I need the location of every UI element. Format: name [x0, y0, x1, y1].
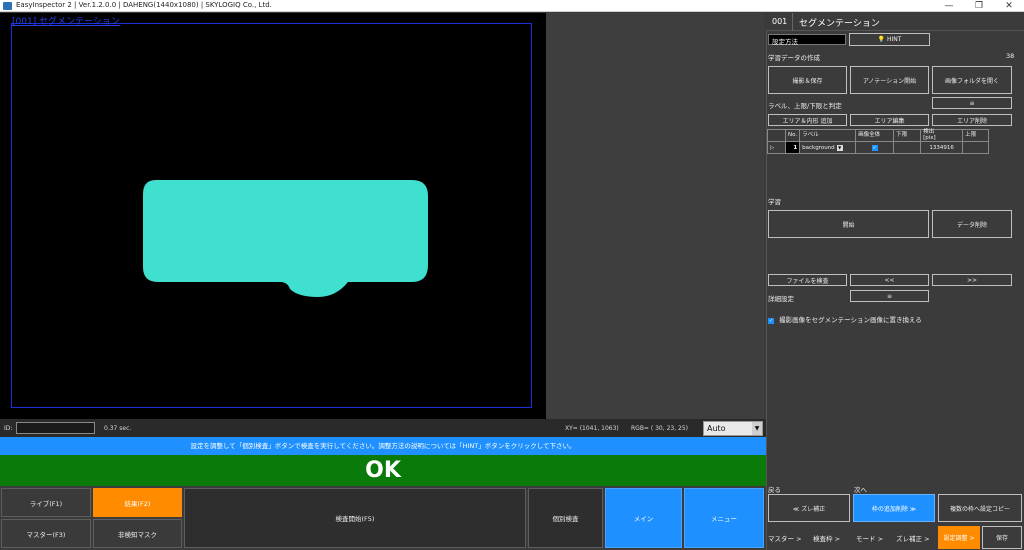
menu-button[interactable]: メニュー — [684, 488, 764, 548]
table-row[interactable]: ▷ 1 background ▼ ✓ 1334916 — [767, 141, 990, 154]
row-upper-limit[interactable] — [962, 141, 990, 154]
chevron-down-icon: ▼ — [752, 422, 762, 435]
zoom-mode-select[interactable]: Auto ▼ — [703, 421, 763, 436]
lightbulb-icon: 💡 — [877, 36, 886, 43]
method-label-box: 設定方法 — [768, 34, 846, 46]
row-lower-limit[interactable] — [893, 141, 922, 154]
save-button[interactable]: 保存 — [982, 526, 1022, 549]
replace-option-label: 撮影画像をセグメンテーション画像に置き換える — [779, 316, 922, 324]
nav-shift-correct[interactable]: ズレ補正 > — [896, 533, 930, 543]
training-data-heading: 学習データの作成 — [768, 54, 820, 62]
window-title: EasyInspector 2 | Ver.1.2.0.0 | DAHENG(1… — [16, 1, 272, 9]
label-table: No. ラベル 画像全体 下限 検出 [pix] 上限 ▷ 1 backgrou… — [767, 129, 990, 154]
table-header-upper: 上限 — [962, 129, 990, 142]
prev-file-button[interactable]: << — [850, 274, 929, 286]
check-icon: ✓ — [871, 144, 878, 151]
table-header-label: ラベル — [799, 129, 857, 142]
nav-inspect-frame[interactable]: 検査枠 > — [813, 533, 840, 543]
copy-settings-button[interactable]: 複数の枠へ設定コピー — [938, 494, 1022, 522]
nav-master[interactable]: マスター > — [768, 533, 802, 543]
panel-header: 001 セグメンテーション — [766, 13, 1024, 31]
row-whole-image-checkbox[interactable]: ✓ — [855, 141, 895, 154]
row-pointer-icon: ▷ — [767, 141, 786, 154]
frame-number: 001 — [772, 17, 788, 26]
segmentation-mask — [143, 180, 428, 297]
learn-heading: 学習 — [768, 198, 781, 206]
table-header-whole-image: 画像全体 — [855, 129, 895, 142]
area-edit-button[interactable]: エリア編集 — [850, 114, 929, 126]
row-label: background — [802, 144, 835, 151]
area-delete-button[interactable]: エリア削除 — [932, 114, 1012, 126]
back-label: 戻る — [768, 486, 781, 494]
id-label: ID: — [4, 425, 13, 432]
training-count: 38 — [1006, 52, 1015, 60]
result-banner: OK — [0, 455, 766, 486]
hint-button[interactable]: 💡 HINT — [849, 33, 930, 46]
pixel-rgb: RGB= ( 30, 23, 25) — [631, 425, 688, 432]
table-header-detected: 検出 [pix] — [920, 129, 964, 142]
maximize-button[interactable]: ❐ — [964, 0, 994, 12]
table-header-lower: 下限 — [893, 129, 922, 142]
segmented-object — [143, 180, 428, 297]
table-header-no: No. — [784, 129, 801, 142]
row-no: 1 — [784, 141, 801, 154]
id-input[interactable] — [16, 422, 95, 434]
detail-settings-button[interactable]: ≡ — [850, 290, 929, 302]
row-detected: 1334916 — [920, 141, 964, 154]
live-button[interactable]: ライブ(F1) — [1, 488, 91, 517]
close-button[interactable]: ✕ — [994, 0, 1024, 12]
info-message: 設定を調整して「個別検査」ボタンで検査を実行してください。調整方法の説明について… — [0, 437, 766, 455]
area-add-button[interactable]: エリア＆内形 追加 — [768, 114, 847, 126]
row-label-select[interactable]: background ▼ — [799, 141, 857, 154]
settings-adjust-button[interactable]: 設定調整 > — [938, 526, 980, 549]
next-label: 次へ — [854, 486, 867, 494]
shift-correct-button[interactable]: ≪ ズレ補正 — [768, 494, 850, 522]
nondetect-mask-button[interactable]: 非検知マスク — [93, 519, 182, 548]
annotation-start-button[interactable]: アノテーション開始 — [850, 66, 929, 94]
header-divider — [792, 13, 793, 31]
chevron-down-icon: ▼ — [836, 144, 843, 151]
inspect-start-button[interactable]: 検査開始(F5) — [184, 488, 526, 548]
detail-settings-label: 詳細設定 — [768, 295, 794, 303]
table-header-indicator — [767, 129, 786, 142]
table-header-row: No. ラベル 画像全体 下限 検出 [pix] 上限 — [767, 129, 990, 142]
open-folder-button[interactable]: 画像フォルダを開く — [932, 66, 1012, 94]
cursor-xy: XY= (1041, 1063) — [565, 425, 619, 432]
minimize-button[interactable]: — — [934, 0, 964, 12]
next-file-button[interactable]: >> — [932, 274, 1012, 286]
add-frame-delete-button[interactable]: 枠の追加削除 ≫ — [853, 494, 935, 522]
master-button[interactable]: マスター(F3) — [1, 519, 91, 548]
app-icon — [3, 2, 12, 10]
hint-label: HINT — [887, 36, 902, 43]
panel-title: セグメンテーション — [799, 19, 880, 29]
title-bar: EasyInspector 2 | Ver.1.2.0.0 | DAHENG(1… — [0, 0, 1024, 12]
capture-save-button[interactable]: 撮影＆保存 — [768, 66, 847, 94]
viewer-side-area — [546, 13, 764, 419]
label-section-heading: ラベル、上限/下限と判定 — [768, 102, 842, 110]
label-menu-button[interactable]: ≡ — [932, 97, 1012, 109]
replace-option-checkbox[interactable]: ✓ 撮影画像をセグメンテーション画像に置き換える — [768, 307, 922, 326]
data-delete-button[interactable]: データ削除 — [932, 210, 1012, 238]
processing-time: 0.37 sec. — [104, 425, 132, 432]
method-label: 設定方法 — [772, 38, 798, 46]
nav-mode[interactable]: モード > — [856, 533, 883, 543]
zoom-mode-value: Auto — [707, 424, 726, 433]
individual-inspect-button[interactable]: 個別検査 — [528, 488, 603, 548]
learn-start-button[interactable]: 開始 — [768, 210, 929, 238]
result-button[interactable]: 結果(F2) — [93, 488, 182, 517]
inspect-file-button[interactable]: ファイルを検査 — [768, 274, 847, 286]
main-button[interactable]: メイン — [605, 488, 682, 548]
check-icon: ✓ — [768, 318, 774, 324]
